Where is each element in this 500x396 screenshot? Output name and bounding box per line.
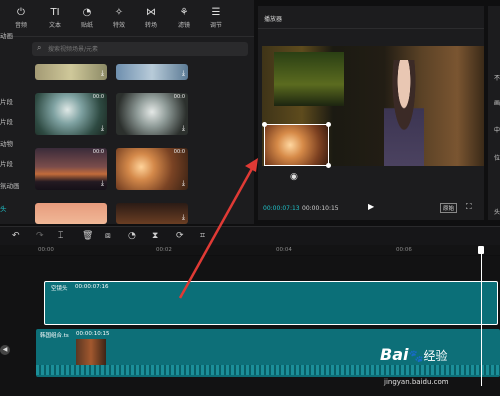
watermark-main: Bai bbox=[380, 345, 409, 364]
annotation-arrow bbox=[178, 158, 258, 299]
watermark: Bai🐾经验 bbox=[380, 345, 447, 364]
watermark-url: jingyan.baidu.com bbox=[384, 378, 449, 386]
paw-icon: 🐾 bbox=[408, 349, 424, 363]
watermark-sub: 经验 bbox=[423, 349, 448, 363]
annotation-arrow-line bbox=[178, 164, 256, 299]
